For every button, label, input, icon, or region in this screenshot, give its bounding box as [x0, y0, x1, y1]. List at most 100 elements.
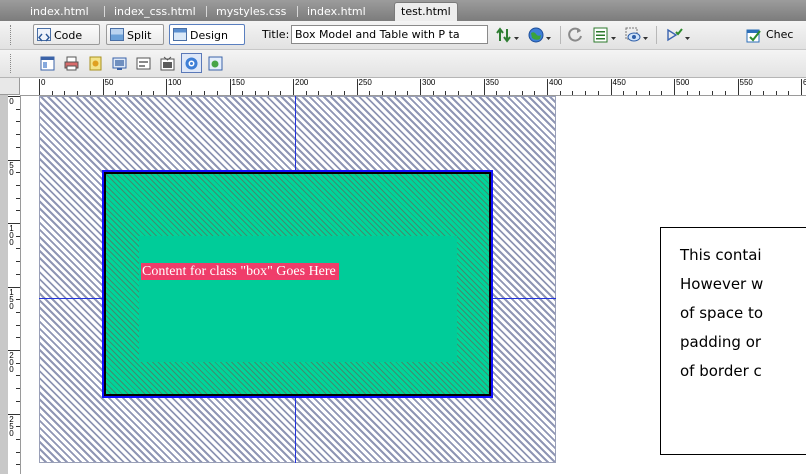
page-title-input[interactable] [291, 25, 488, 44]
script-icon[interactable] [205, 53, 226, 73]
image-icon[interactable] [109, 53, 130, 73]
ruler-tick [16, 235, 20, 237]
ruler-tick [16, 375, 20, 377]
chevron-down-icon[interactable] [514, 36, 519, 41]
design-view-button[interactable]: Design [169, 24, 245, 45]
box-element[interactable]: Content for class "box" Goes Here [102, 170, 493, 398]
toolbar-grip[interactable] [10, 54, 13, 73]
box-content-text[interactable]: Content for class "box" Goes Here [141, 263, 339, 280]
ruler-tick [470, 91, 472, 95]
ruler-tick [127, 91, 129, 95]
ruler-tick [572, 91, 574, 95]
ruler-tick [356, 79, 358, 95]
view-options-icon[interactable] [592, 26, 610, 44]
ruler-tick [254, 91, 256, 95]
ruler-tick [407, 91, 409, 95]
ruler-tick [483, 79, 485, 95]
ruler-tick [635, 91, 637, 95]
ruler-tick [331, 91, 333, 95]
ruler-label: 400 [549, 78, 563, 87]
chevron-down-icon[interactable] [611, 36, 616, 41]
tab-index-html-2[interactable]: index.html [304, 3, 369, 21]
ruler-tick [508, 91, 510, 95]
ruler-tick [64, 91, 66, 95]
box-padding-area [139, 236, 457, 362]
ruler-tick [16, 172, 20, 174]
code-view-button[interactable]: Code [33, 24, 100, 45]
note-text-box[interactable]: This contai However w of space to paddin… [660, 227, 806, 455]
ruler-tick [394, 91, 396, 95]
toolbar-separator [560, 26, 561, 44]
ruler-tick [547, 79, 548, 95]
tab-test-html[interactable]: test.html [394, 2, 458, 22]
split-view-label: Split [127, 29, 152, 42]
browser-icon[interactable] [181, 53, 202, 73]
ruler-tick [16, 400, 20, 402]
ruler-tick [16, 464, 20, 466]
ruler-tick [77, 91, 79, 95]
ruler-tick [737, 79, 739, 95]
split-view-button[interactable]: Split [106, 24, 164, 45]
toolbar-grip[interactable] [10, 25, 13, 45]
chevron-down-icon[interactable] [643, 36, 648, 41]
ruler-tick [16, 426, 20, 428]
ruler-label: 200 [9, 351, 14, 374]
design-canvas[interactable]: Content for class "box" Goes Here This c… [21, 96, 806, 474]
ruler-tick [51, 91, 53, 95]
refresh-icon[interactable] [567, 26, 585, 44]
ruler-tick [267, 91, 269, 95]
media-icon[interactable] [157, 53, 178, 73]
tab-mystyles-css[interactable]: mystyles.css [213, 3, 289, 21]
ruler-tick [140, 91, 142, 95]
form-icon[interactable] [133, 53, 154, 73]
ruler-tick [369, 91, 371, 95]
ruler-label: 350 [485, 78, 499, 87]
ruler-tick [216, 91, 218, 95]
ruler-tick [16, 324, 20, 326]
tab-index-css-html[interactable]: index_css.html [111, 3, 199, 21]
code-view-label: Code [54, 29, 83, 42]
note-line: However w [680, 275, 764, 293]
ruler-tick [458, 91, 460, 95]
check-page-icon[interactable] [745, 26, 763, 44]
title-label: Title: [262, 28, 290, 41]
vertical-ruler[interactable]: 0 50 100 150 200 250 [0, 95, 21, 474]
note-line: of border c [680, 362, 762, 380]
ruler-tick [115, 91, 117, 95]
layout-icon[interactable] [37, 53, 58, 73]
ruler-label: 450 [612, 78, 626, 87]
ruler-tick [16, 337, 20, 339]
ruler-tick [191, 91, 193, 95]
ruler-tick [166, 79, 167, 95]
ruler-tick [788, 91, 790, 95]
design-icon [173, 28, 187, 41]
ruler-label: 50 [9, 160, 14, 177]
ruler-tick [16, 388, 20, 390]
tab-index-html[interactable]: index.html [27, 3, 92, 21]
file-management-icon[interactable] [495, 26, 513, 44]
check-page-label[interactable]: Chec [766, 25, 793, 45]
ruler-tick [699, 91, 701, 95]
ruler-label: 250 [358, 78, 372, 87]
horizontal-ruler[interactable]: 050100150200250300350400450500550600 [20, 78, 806, 96]
ruler-label: 550 [739, 78, 753, 87]
print-icon[interactable] [61, 53, 82, 73]
ruler-tick [432, 91, 434, 95]
ruler-tick [178, 91, 180, 95]
ruler-tick [381, 91, 383, 95]
ruler-label: 500 [676, 78, 690, 87]
chevron-down-icon[interactable] [546, 36, 551, 41]
ruler-tick [534, 91, 536, 95]
ruler-tick [102, 79, 104, 95]
split-icon [110, 28, 124, 41]
ruler-tick [801, 79, 802, 95]
ruler-tick [762, 91, 764, 95]
validate-icon[interactable] [666, 26, 684, 44]
ruler-corner[interactable] [0, 78, 20, 95]
ruler-label: 100 [9, 224, 14, 247]
preview-browser-icon[interactable] [527, 26, 545, 44]
ruler-tick [293, 79, 294, 95]
chevron-down-icon[interactable] [685, 36, 690, 41]
text-icon[interactable] [85, 53, 106, 73]
visual-aids-icon[interactable] [624, 26, 642, 44]
